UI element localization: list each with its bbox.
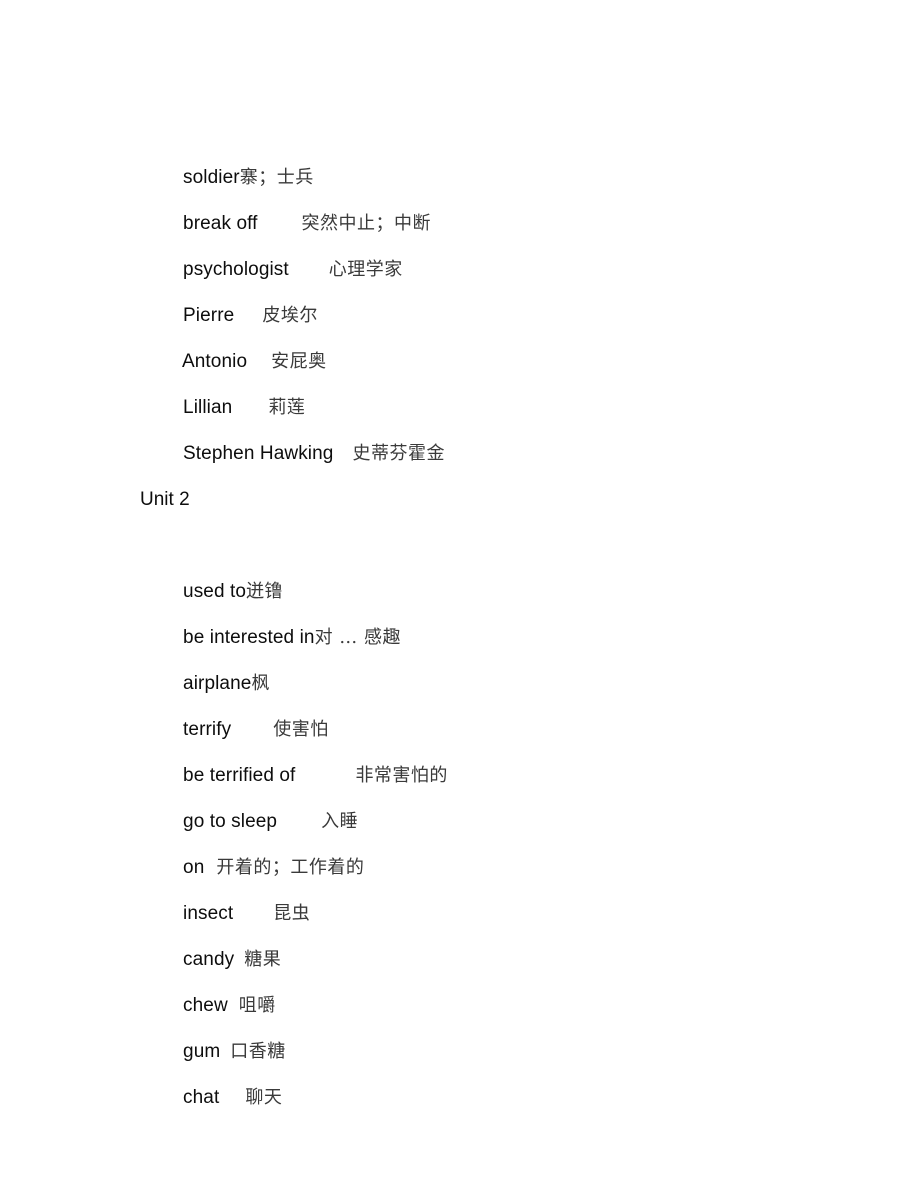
entry-english-term: gum	[183, 1041, 221, 1062]
unit1-vocabulary-list: soldier寨；士兵 break off 突然中止；中断 psychologis…	[140, 109, 840, 464]
entry-chinese-translation: 入睡	[321, 811, 359, 832]
entry-english-term: psychologist	[183, 259, 289, 280]
entry-chinese-translation: 聊天	[245, 1087, 283, 1108]
entry-english-term: go to sleep	[183, 811, 278, 832]
entry-chinese-translation: 心理学家	[328, 259, 403, 280]
document-page: soldier寨；士兵 break off 突然中止；中断 psychologis…	[0, 0, 920, 1192]
vocabulary-entry: soldier寨；士兵	[140, 109, 840, 188]
unit2-vocabulary-list: used to迸镥 be interested in对 … 感趣 airplan…	[140, 523, 840, 1108]
entry-chinese-translation: 莉莲	[268, 397, 306, 418]
entry-english-term: insect	[183, 903, 234, 924]
entry-chinese-translation: 咀嚼	[238, 995, 276, 1016]
entry-english-term: Antonio	[181, 351, 248, 372]
entry-chinese-translation: 突然中止；中断	[301, 213, 432, 234]
vocabulary-entry: used to迸镥	[140, 523, 840, 602]
entry-english-term: Lillian	[183, 397, 233, 418]
entry-english-term: on	[183, 857, 205, 878]
entry-english-term: soldier	[183, 167, 240, 188]
entry-english-term: Pierre	[183, 305, 235, 326]
entry-chinese-translation: 对 … 感趣	[314, 627, 402, 648]
entry-english-term: be interested in	[183, 627, 315, 648]
entry-english-term: terrify	[183, 719, 232, 740]
entry-chinese-translation: 史蒂芬霍金	[352, 443, 445, 464]
entry-english-term: chew	[183, 995, 228, 1016]
entry-english-term: be terrified of	[183, 765, 296, 786]
entry-chinese-translation: 使害怕	[273, 719, 329, 740]
entry-chinese-translation: 非常害怕的	[355, 765, 448, 786]
unit-heading: Unit 2	[140, 489, 190, 510]
entry-english-term: chat	[183, 1087, 220, 1108]
entry-chinese-translation: 枫	[251, 673, 270, 694]
entry-english-term: airplane	[183, 673, 252, 694]
entry-chinese-translation: 昆虫	[273, 903, 311, 924]
entry-chinese-translation: 安屁奥	[271, 351, 327, 372]
entry-chinese-translation: 迸镥	[246, 581, 284, 602]
entry-english-term: used to	[183, 581, 247, 602]
entry-chinese-translation: 皮埃尔	[262, 305, 318, 326]
entry-english-term: Stephen Hawking	[183, 443, 334, 464]
entry-chinese-translation: 开着的；工作着的	[216, 857, 365, 878]
entry-chinese-translation: 口香糖	[230, 1041, 286, 1062]
entry-chinese-translation: 寨；士兵	[239, 167, 314, 188]
entry-chinese-translation: 糖果	[244, 949, 282, 970]
entry-english-term: break off	[183, 213, 258, 234]
entry-english-term: candy	[183, 949, 235, 970]
vocabulary-content: soldier寨；士兵 break off 突然中止；中断 psychologis…	[140, 109, 840, 1108]
